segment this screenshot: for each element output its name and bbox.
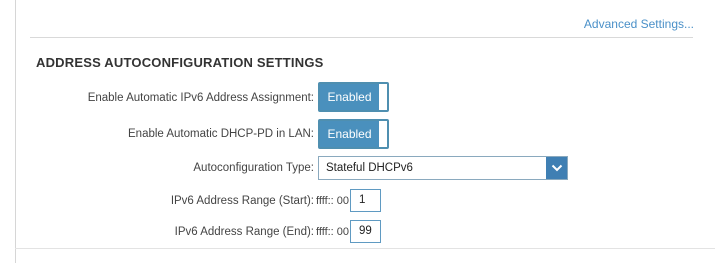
auto-ipv6-toggle-state: Enabled	[320, 84, 379, 110]
auto-ipv6-toggle[interactable]: Enabled	[318, 82, 389, 112]
dhcp-pd-toggle-state: Enabled	[320, 121, 379, 147]
dhcp-pd-label: Enable Automatic DHCP-PD in LAN:	[128, 128, 314, 140]
chevron-down-icon[interactable]	[546, 157, 567, 179]
range-end-label: IPv6 Address Range (End):	[174, 226, 314, 238]
autoconf-type-value: Stateful DHCPv6	[326, 162, 413, 174]
range-end-prefix: ffff:: 00	[316, 226, 350, 238]
range-end-input[interactable]: 99	[350, 220, 381, 243]
range-start-prefix: ffff:: 00	[316, 195, 350, 207]
advanced-settings-link[interactable]: Advanced Settings...	[584, 17, 694, 31]
divider	[30, 37, 693, 38]
range-start-label: IPv6 Address Range (Start):	[170, 195, 314, 207]
dhcp-pd-toggle[interactable]: Enabled	[318, 119, 389, 149]
section-title: ADDRESS AUTOCONFIGURATION SETTINGS	[36, 55, 324, 70]
auto-ipv6-label: Enable Automatic IPv6 Address Assignment…	[87, 92, 314, 104]
autoconf-type-label: Autoconfiguration Type:	[193, 162, 314, 174]
autoconf-type-select[interactable]: Stateful DHCPv6	[318, 156, 568, 180]
range-start-input[interactable]: 1	[350, 189, 381, 212]
panel-bottom-border	[15, 248, 715, 249]
